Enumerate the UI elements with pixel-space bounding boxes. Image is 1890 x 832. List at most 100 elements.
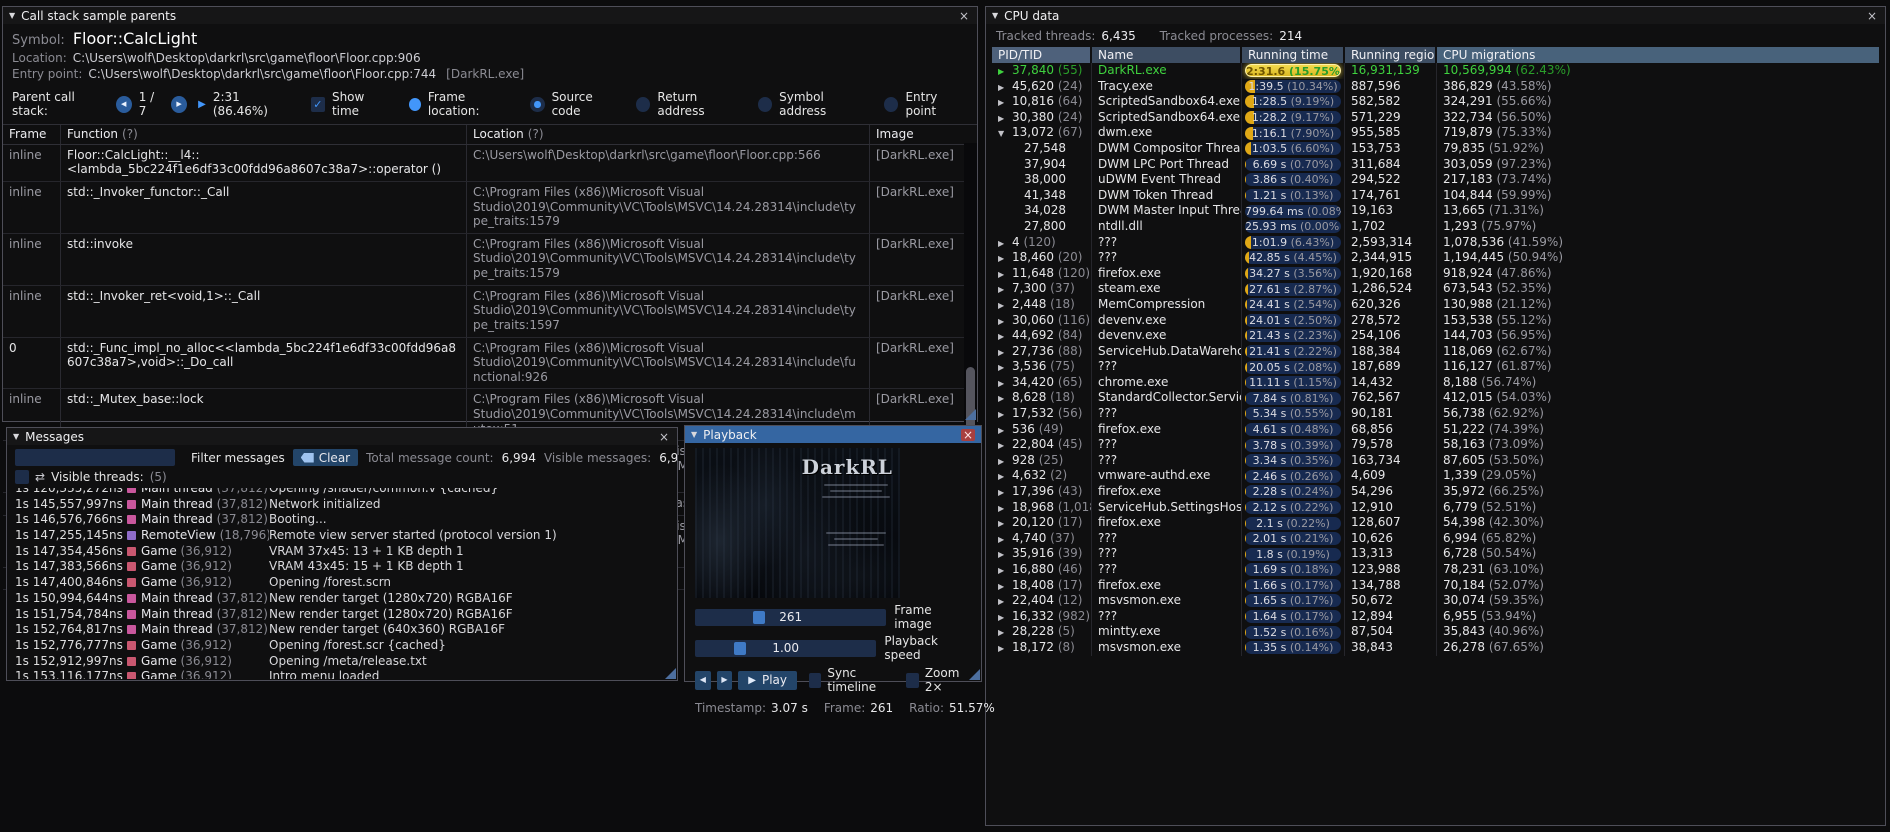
table-row[interactable]: ▶ 4 (120)??? 1:01.9 (6.43%) 2,593,314 1,078,… xyxy=(992,234,1879,251)
list-item[interactable]: 1s 120,335,272ns Main thread (37,812) Open… xyxy=(7,488,677,497)
table-row[interactable]: ▶ 10,816 (64) ScriptedSandbox64.exe 1:28.5 … xyxy=(992,94,1879,110)
sync-timeline-checkbox[interactable] xyxy=(809,672,822,688)
chevron-right-icon[interactable]: ▶ xyxy=(998,391,1012,406)
chevron-right-icon[interactable]: ▶ xyxy=(998,267,1012,282)
chevron-right-icon[interactable]: ▶ xyxy=(998,563,1012,578)
table-row[interactable]: ▶ 17,396 (43) firefox.exe 2.28 s (0.24%) 54,… xyxy=(992,484,1879,500)
chevron-right-icon[interactable]: ▶ xyxy=(998,469,1012,484)
list-item[interactable]: 1s 147,354,456ns Game (36,912) VRAM 37x45:… xyxy=(7,544,677,560)
table-row[interactable]: ▶ 2,448 (18) MemCompression 24.41 s (2.54%)… xyxy=(992,296,1879,313)
chevron-right-icon[interactable]: ▶ xyxy=(998,625,1012,640)
table-row[interactable]: ▶ 16,880 (46)??? 1.69 s (0.18%) 123,988 78,2… xyxy=(992,562,1879,578)
function-column-header[interactable]: Function (?) xyxy=(60,125,466,144)
list-item[interactable]: 1s 151,754,784ns Main thread (37,812) New … xyxy=(7,607,677,623)
table-row[interactable]: ▶ 35,916 (39)??? 1.8 s (0.19%) 13,313 6,728 … xyxy=(992,546,1879,562)
playback-titlebar[interactable]: ▼ Playback × xyxy=(685,426,981,443)
radio-return-address[interactable] xyxy=(636,96,651,112)
name-column-header[interactable]: Name xyxy=(1092,47,1242,63)
table-row[interactable]: ▶ 17,532 (56)??? 5.34 s (0.55%) 90,181 56,73… xyxy=(992,406,1879,422)
table-row[interactable]: ▶ 7,300 (37) steam.exe 27.61 s (2.87%) 1,286… xyxy=(992,281,1879,297)
chevron-down-icon[interactable]: ▼ xyxy=(998,126,1012,141)
collapse-icon[interactable]: ▼ xyxy=(13,432,19,441)
chevron-right-icon[interactable]: ▶ xyxy=(998,532,1012,547)
close-icon[interactable]: × xyxy=(957,10,971,22)
messages-titlebar[interactable]: ▼ Messages × xyxy=(7,428,677,445)
table-row[interactable]: inline std::_Invoker_functor::_Call C:\Pro… xyxy=(3,181,977,234)
table-row[interactable]: ▶ 536 (49) firefox.exe 4.61 s (0.48%) 68,856… xyxy=(992,421,1879,438)
chevron-right-icon[interactable]: ▶ xyxy=(998,329,1012,344)
chevron-right-icon[interactable]: ▶ xyxy=(998,282,1012,297)
radio-symbol-address[interactable] xyxy=(758,96,773,112)
table-row[interactable]: inline std::_Invoker_ret<void,1>::_Call C:… xyxy=(3,285,977,338)
list-item[interactable]: 1s 146,576,766ns Main thread (37,812) Boot… xyxy=(7,512,677,528)
collapse-icon[interactable]: ▼ xyxy=(691,430,697,439)
collapse-icon[interactable]: ▼ xyxy=(9,11,15,20)
show-time-checkbox[interactable]: ✓ xyxy=(310,96,325,112)
chevron-right-icon[interactable]: ▶ xyxy=(998,111,1012,126)
chevron-right-icon[interactable]: ▶ xyxy=(998,579,1012,594)
table-row[interactable]: 27,800 ntdll.dll 25.93 ms (0.00%) 1,702 1,29… xyxy=(992,218,1879,235)
table-row[interactable]: 27,548 DWM Compositor Thread 1:03.5 (6.60%… xyxy=(992,140,1879,157)
resize-grip[interactable] xyxy=(969,669,980,680)
chevron-right-icon[interactable]: ▶ xyxy=(998,236,1012,251)
radio-entry-point[interactable] xyxy=(884,96,899,112)
list-item[interactable]: 1s 147,383,566ns Game (36,912) VRAM 43x45:… xyxy=(7,559,677,575)
list-item[interactable]: 1s 147,255,145ns RemoteView (18,796) Remot… xyxy=(7,528,677,544)
table-row[interactable]: ▶ 28,228 (5) mintty.exe 1.52 s (0.16%) 87,50… xyxy=(992,624,1879,640)
table-row[interactable]: ▶ 20,120 (17) firefox.exe 2.1 s (0.22%) 128,… xyxy=(992,515,1879,531)
location-column-header[interactable]: Location (?) xyxy=(466,125,869,144)
chevron-right-icon[interactable]: ▶ xyxy=(998,298,1012,313)
cpu-titlebar[interactable]: ▼ CPU data × xyxy=(986,7,1885,24)
chevron-right-icon[interactable]: ▶ xyxy=(998,314,1012,329)
chevron-right-icon[interactable]: ▶ xyxy=(998,423,1012,438)
table-row[interactable]: ▶ 11,648 (120) firefox.exe 34.27 s (3.56%) 1… xyxy=(992,265,1879,282)
list-item[interactable]: 1s 153,116,177ns Game (36,912) Intro menu … xyxy=(7,669,677,679)
resize-grip[interactable] xyxy=(665,668,676,679)
table-row[interactable]: ▶18,968 (1,018)ServiceHub.SettingsHost.e… xyxy=(992,499,1879,516)
table-row[interactable]: ▶27,736 (88)ServiceHub.DataWarehouse21.4… xyxy=(992,343,1879,360)
list-item[interactable]: 1s 152,912,997ns Game (36,912) Opening /me… xyxy=(7,654,677,670)
radio-source-code[interactable] xyxy=(530,96,545,112)
close-icon[interactable]: × xyxy=(657,431,671,443)
table-row[interactable]: ▶ 30,060 (116) devenv.exe 24.01 s (2.50%) 27… xyxy=(992,312,1879,329)
prev-parent-button[interactable]: ◀ xyxy=(115,95,132,113)
message-filter-input[interactable] xyxy=(15,449,175,466)
table-row[interactable]: ▼ 13,072 (67) dwm.exe 1:16.1 (7.90%) 955,585… xyxy=(992,125,1879,141)
next-parent-button[interactable]: ▶ xyxy=(171,95,188,113)
playback-speed-slider[interactable]: 1.00 xyxy=(695,639,877,657)
table-row[interactable]: 34,028 DWM Master Input Thread 799.64 ms (… xyxy=(992,203,1879,219)
table-row[interactable]: ▶ 3,536 (75)??? 20.05 s (2.08%) 187,689 116,… xyxy=(992,359,1879,375)
chevron-right-icon[interactable]: ▶ xyxy=(998,345,1012,360)
chevron-right-icon[interactable]: ▶ xyxy=(998,251,1012,266)
table-row[interactable]: inline std::invoke C:\Program Files (x86)\… xyxy=(3,233,977,286)
table-row[interactable]: 38,000 uDWM Event Thread 3.86 s (0.40%) 294… xyxy=(992,172,1879,188)
list-item[interactable]: 1s 150,994,644ns Main thread (37,812) New … xyxy=(7,591,677,607)
table-row[interactable]: ▶ 18,172 (8) msvsmon.exe 1.35 s (0.14%) 38,8… xyxy=(992,639,1879,656)
table-row[interactable]: ▶ 30,380 (24) ScriptedSandbox64.exe 1:28.2 … xyxy=(992,109,1879,126)
table-row[interactable]: ▶ 4,740 (37)??? 2.01 s (0.21%) 10,626 6,994 … xyxy=(992,530,1879,547)
chevron-right-icon[interactable]: ▶ xyxy=(998,516,1012,531)
step-forward-button[interactable]: ▶ xyxy=(716,670,733,690)
table-row[interactable]: 41,348 DWM Token Thread 1.21 s (0.13%) 174,… xyxy=(992,187,1879,204)
pid-column-header[interactable]: PID/TID xyxy=(992,47,1092,63)
list-item[interactable]: 1s 147,400,846ns Game (36,912) Opening /fo… xyxy=(7,575,677,591)
table-row[interactable]: ▶ 22,404 (12) msvsmon.exe 1.65 s (0.17%) 50,… xyxy=(992,593,1879,609)
table-row[interactable]: ▶ 44,692 (84) devenv.exe 21.43 s (2.23%) 254… xyxy=(992,328,1879,344)
list-item[interactable]: 1s 152,764,817ns Main thread (37,812) New … xyxy=(7,622,677,638)
clear-button[interactable]: Clear xyxy=(292,449,359,466)
table-row[interactable]: ▶ 4,632 (2) vmware-authd.exe 2.46 s (0.26%)… xyxy=(992,468,1879,485)
chevron-right-icon[interactable]: ▶ xyxy=(998,360,1012,375)
chevron-right-icon[interactable]: ▶ xyxy=(998,64,1012,79)
table-row[interactable]: 37,904 DWM LPC Port Thread 6.69 s (0.70%) 3… xyxy=(992,156,1879,173)
table-row[interactable]: ▶ 18,460 (20)??? 42.85 s (4.45%) 2,344,915 1… xyxy=(992,250,1879,266)
frame-column-header[interactable]: Frame xyxy=(3,125,60,144)
zoom-checkbox[interactable] xyxy=(906,672,919,688)
chevron-right-icon[interactable]: ▶ xyxy=(998,95,1012,110)
callstack-titlebar[interactable]: ▼ Call stack sample parents × xyxy=(3,7,977,24)
table-row[interactable]: ▶ 34,420 (65) chrome.exe 11.11 s (1.15%) 14,… xyxy=(992,374,1879,391)
chevron-right-icon[interactable]: ▶ xyxy=(998,594,1012,609)
threads-checkbox[interactable] xyxy=(15,470,29,484)
table-row[interactable]: ▶ 22,804 (45)??? 3.78 s (0.39%) 79,578 58,16… xyxy=(992,437,1879,453)
close-icon[interactable]: × xyxy=(960,428,975,441)
table-row[interactable]: ▶ 18,408 (17) firefox.exe 1.66 s (0.17%) 134… xyxy=(992,577,1879,594)
